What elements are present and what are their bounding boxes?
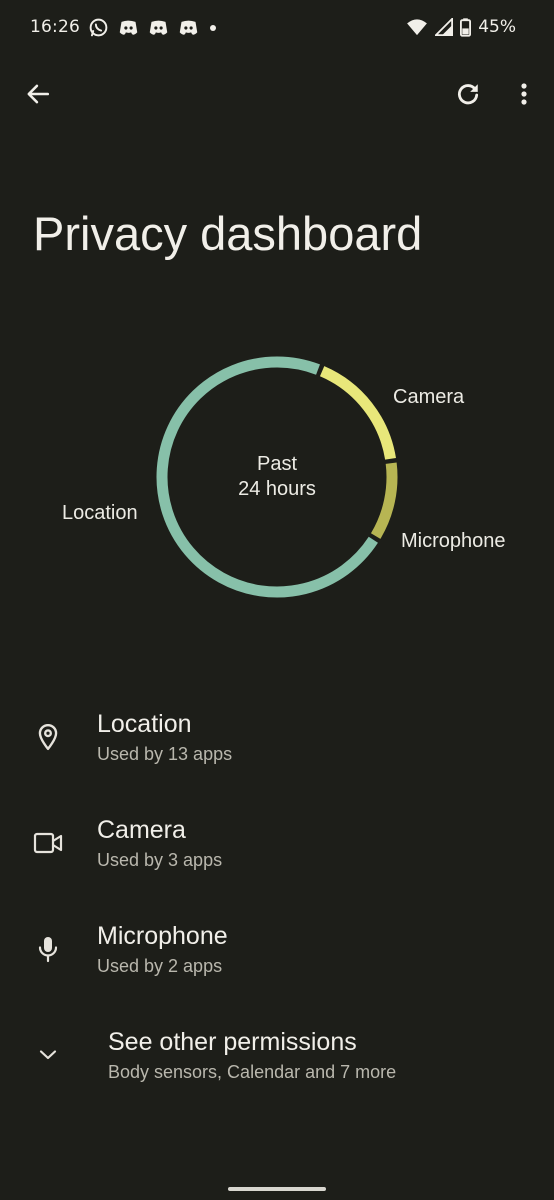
dot-icon — [210, 24, 216, 31]
status-time: 16:26 — [30, 17, 80, 37]
chart-label-location: Location — [62, 502, 138, 524]
discord-icon — [179, 20, 198, 35]
more-options-button[interactable] — [502, 72, 546, 116]
chart-center-line1: Past — [256, 453, 298, 475]
chart-center-line2: 24 hours — [238, 478, 316, 500]
whatsapp-icon — [89, 18, 108, 37]
refresh-button[interactable] — [446, 72, 490, 116]
location-pin-icon — [30, 719, 66, 755]
more-vert-icon — [521, 83, 527, 105]
donut-segment-microphone — [370, 462, 398, 539]
permission-item-location[interactable]: Location Used by 13 apps — [0, 700, 554, 790]
permission-title: Location — [97, 710, 192, 738]
permission-subtitle: Used by 13 apps — [97, 744, 233, 764]
discord-icon — [149, 20, 168, 35]
microphone-icon — [30, 931, 66, 967]
permission-item-microphone[interactable]: Microphone Used by 2 apps — [0, 912, 554, 1002]
refresh-icon — [457, 84, 479, 105]
discord-icon — [119, 20, 138, 35]
back-button[interactable] — [16, 72, 60, 116]
permission-title: Camera — [97, 816, 186, 844]
notification-icons — [88, 17, 218, 38]
gesture-nav-handle[interactable] — [228, 1187, 326, 1191]
wifi-icon — [407, 19, 428, 36]
permission-subtitle: Used by 2 apps — [97, 956, 223, 976]
system-icons: 45% — [406, 17, 516, 37]
battery-icon — [460, 17, 472, 37]
privacy-usage-chart: Camera Location Microphone Past 24 hours — [0, 330, 554, 630]
chart-label-microphone: Microphone — [401, 530, 506, 552]
see-other-permissions[interactable]: See other permissions Body sensors, Cale… — [0, 1018, 554, 1108]
chart-label-camera: Camera — [393, 386, 465, 408]
permission-item-camera[interactable]: Camera Used by 3 apps — [0, 806, 554, 896]
donut-segment-camera — [319, 366, 396, 460]
permission-title: Microphone — [97, 922, 228, 950]
page-title: Privacy dashboard — [33, 207, 423, 260]
videocam-icon — [30, 825, 66, 861]
arrow-back-icon — [27, 84, 50, 104]
chart-center-label: Past 24 hours — [177, 452, 377, 502]
signal-icon — [435, 18, 454, 36]
status-bar: 16:26 45% — [0, 0, 554, 56]
battery-percent: 45% — [478, 17, 516, 37]
see-other-permissions-title: See other permissions — [108, 1028, 357, 1056]
permission-subtitle: Used by 3 apps — [97, 850, 223, 870]
see-other-permissions-subtitle: Body sensors, Calendar and 7 more — [108, 1062, 397, 1082]
chevron-down-icon — [30, 1037, 66, 1073]
